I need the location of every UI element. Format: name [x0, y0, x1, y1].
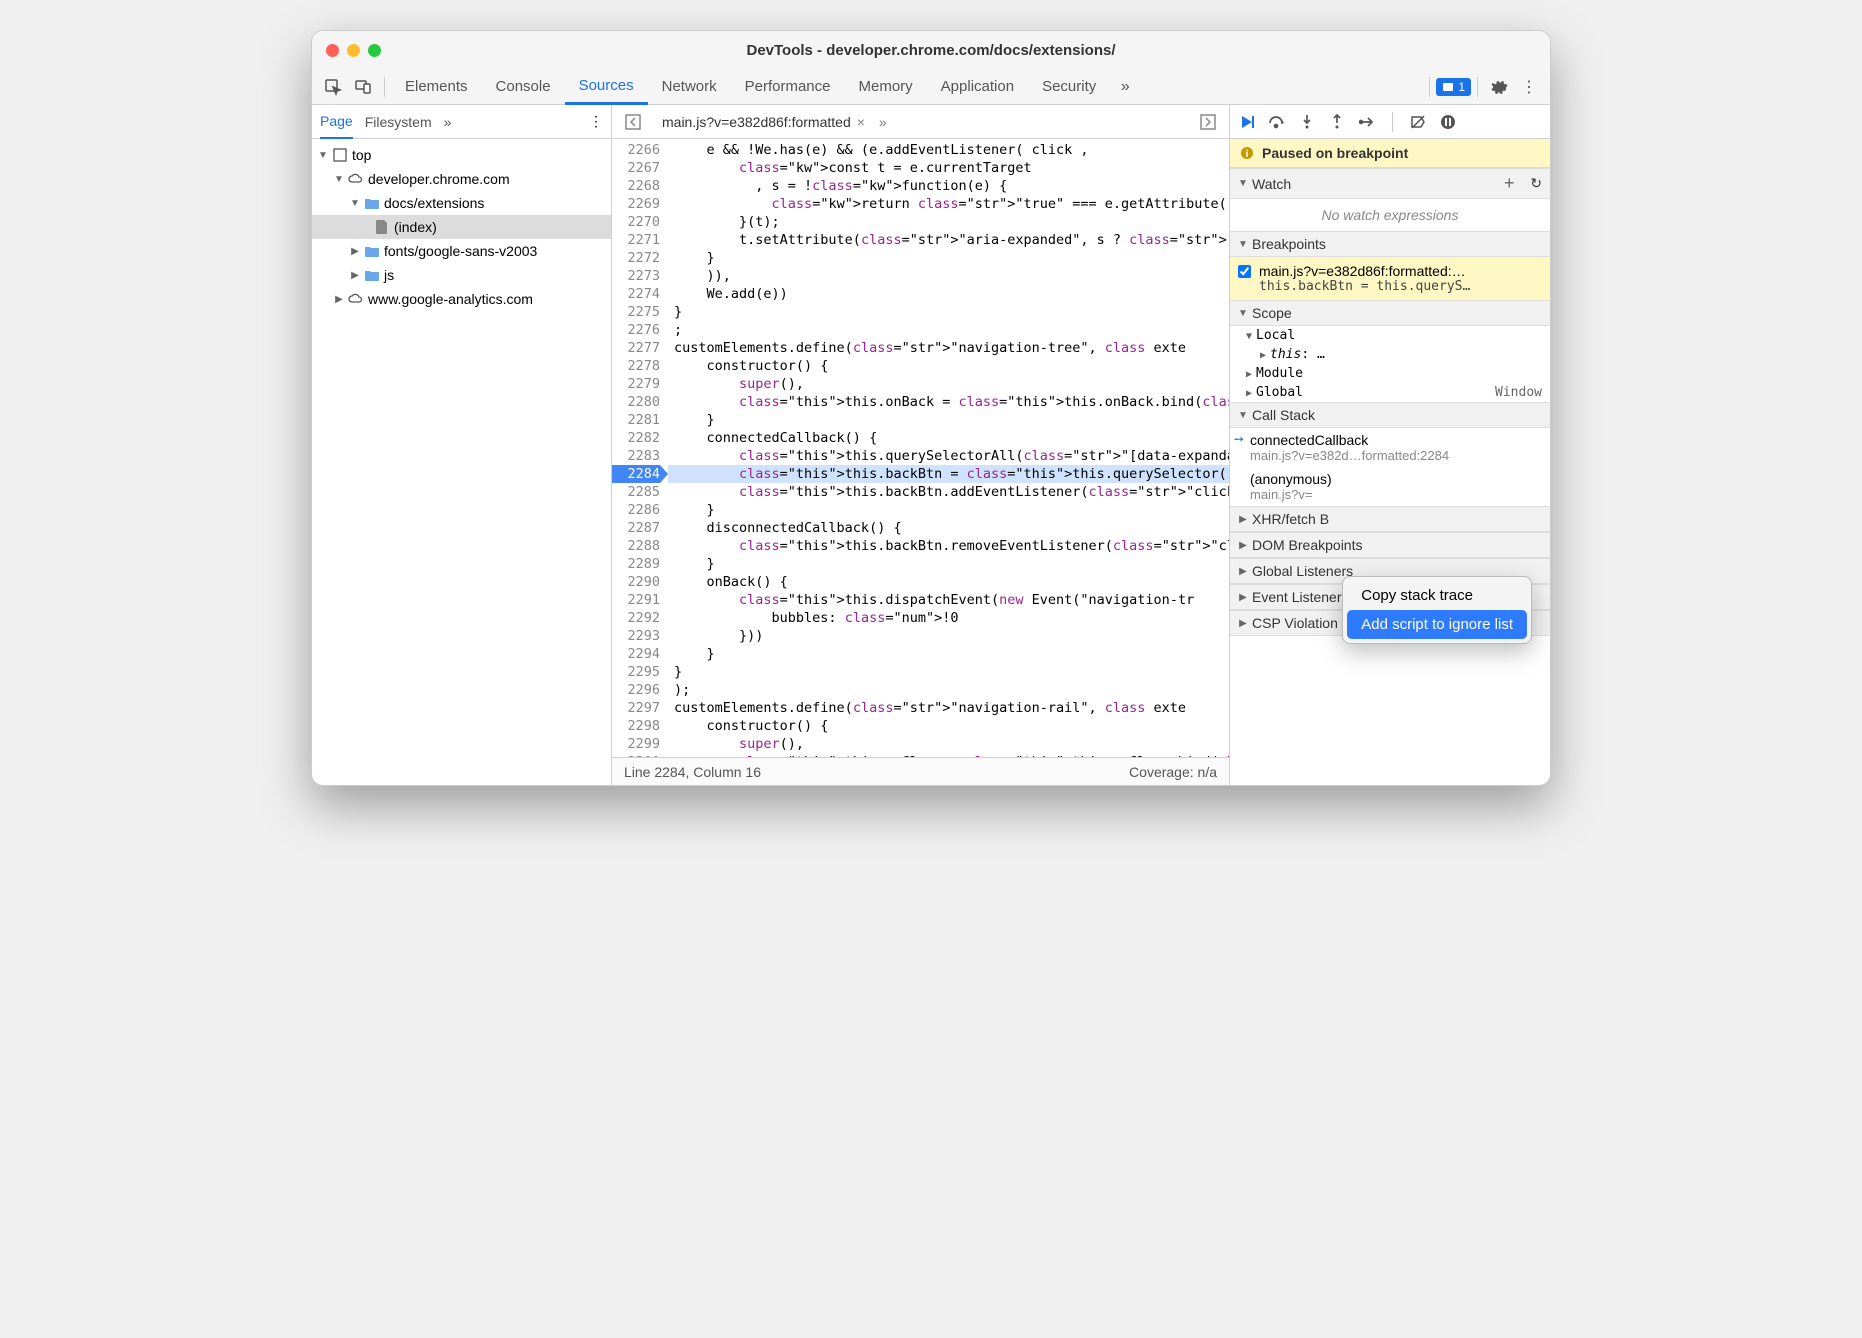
- line-gutter: 2266226722682269227022712272227322742275…: [612, 139, 668, 757]
- step-icon[interactable]: [1356, 111, 1378, 133]
- cursor-position: Line 2284, Column 16: [624, 764, 761, 780]
- coverage-status: Coverage: n/a: [1129, 764, 1217, 780]
- scope-local[interactable]: ▼Local: [1230, 326, 1550, 345]
- breakpoint-label: main.js?v=e382d86f:formatted:…: [1259, 263, 1542, 279]
- step-over-icon[interactable]: [1266, 111, 1288, 133]
- section-xhr[interactable]: ▶XHR/fetch B: [1230, 506, 1550, 532]
- tab-security[interactable]: Security: [1028, 69, 1110, 105]
- settings-icon[interactable]: [1484, 72, 1514, 102]
- more-tabs-icon[interactable]: »: [1110, 72, 1140, 102]
- tree-file-index[interactable]: (index): [312, 215, 611, 239]
- navigator-panel: Page Filesystem » ⋮ ▼top ▼developer.chro…: [312, 105, 612, 785]
- resume-icon[interactable]: [1236, 111, 1258, 133]
- editor-statusbar: Line 2284, Column 16 Coverage: n/a: [612, 757, 1229, 785]
- breakpoint-source: this.backBtn = this.queryS…: [1259, 279, 1542, 294]
- code-area[interactable]: e && !We.has(e) && (e.addEventListener( …: [668, 139, 1229, 757]
- close-tab-icon[interactable]: ×: [857, 114, 865, 130]
- debugger-panel: i Paused on breakpoint ▼Watch+ ↻ No watc…: [1230, 105, 1550, 785]
- info-icon: i: [1240, 146, 1254, 160]
- frame-icon: [332, 147, 348, 163]
- editor-tabbar: main.js?v=e382d86f:formatted × »: [612, 105, 1229, 139]
- more-tabs-icon[interactable]: »: [879, 114, 887, 130]
- devtools-window: DevTools - developer.chrome.com/docs/ext…: [311, 30, 1551, 786]
- file-tree: ▼top ▼developer.chrome.com ▼docs/extensi…: [312, 139, 611, 785]
- kebab-menu-icon[interactable]: ⋮: [1514, 72, 1544, 102]
- code-editor[interactable]: 2266226722682269227022712272227322742275…: [612, 139, 1229, 757]
- navigator-tab-filesystem[interactable]: Filesystem: [365, 105, 432, 139]
- breakpoint-checkbox[interactable]: [1238, 265, 1251, 278]
- tab-elements[interactable]: Elements: [391, 69, 482, 105]
- editor-panel: main.js?v=e382d86f:formatted × » 2266226…: [612, 105, 1230, 785]
- folder-icon: [364, 243, 380, 259]
- tab-application[interactable]: Application: [927, 69, 1028, 105]
- window-title: DevTools - developer.chrome.com/docs/ext…: [312, 42, 1550, 59]
- scope-module[interactable]: ▶Module: [1230, 364, 1550, 383]
- cloud-icon: [348, 171, 364, 187]
- folder-icon: [364, 195, 380, 211]
- tab-memory[interactable]: Memory: [845, 69, 927, 105]
- tab-sources[interactable]: Sources: [565, 69, 648, 105]
- tree-analytics[interactable]: ▶www.google-analytics.com: [312, 287, 611, 311]
- watch-empty-text: No watch expressions: [1230, 199, 1550, 231]
- navigator-kebab-icon[interactable]: ⋮: [589, 113, 603, 130]
- navigator-tab-page[interactable]: Page: [320, 105, 353, 139]
- folder-icon: [364, 267, 380, 283]
- cloud-icon: [348, 291, 364, 307]
- tab-performance[interactable]: Performance: [731, 69, 845, 105]
- pause-banner: i Paused on breakpoint: [1230, 139, 1550, 168]
- section-scope[interactable]: ▼Scope: [1230, 300, 1550, 326]
- pause-exceptions-icon[interactable]: [1437, 111, 1459, 133]
- tab-network[interactable]: Network: [648, 69, 731, 105]
- inspect-element-icon[interactable]: [318, 72, 348, 102]
- svg-text:i: i: [1246, 149, 1249, 160]
- add-watch-icon[interactable]: +: [1504, 173, 1515, 194]
- nav-back-icon[interactable]: [618, 107, 648, 137]
- section-callstack[interactable]: ▼Call Stack: [1230, 402, 1550, 428]
- section-breakpoints[interactable]: ▼Breakpoints: [1230, 231, 1550, 257]
- ctx-add-ignore-list[interactable]: Add script to ignore list: [1347, 610, 1527, 639]
- tree-folder-docs[interactable]: ▼docs/extensions: [312, 191, 611, 215]
- tree-folder-fonts[interactable]: ▶fonts/google-sans-v2003: [312, 239, 611, 263]
- callframe-0[interactable]: connectedCallback main.js?v=e382d…format…: [1230, 428, 1550, 467]
- debugger-toolbar: [1230, 105, 1550, 139]
- section-watch[interactable]: ▼Watch+ ↻: [1230, 168, 1550, 199]
- nav-forward-icon[interactable]: [1193, 107, 1223, 137]
- document-icon: [374, 219, 390, 235]
- scope-this[interactable]: ▶this: …: [1230, 345, 1550, 364]
- tab-console[interactable]: Console: [482, 69, 565, 105]
- device-toggle-icon[interactable]: [348, 72, 378, 102]
- section-dom-bp[interactable]: ▶DOM Breakpoints: [1230, 532, 1550, 558]
- callframe-1[interactable]: (anonymous) main.js?v=: [1230, 467, 1550, 506]
- step-into-icon[interactable]: [1296, 111, 1318, 133]
- ctx-copy-stack-trace[interactable]: Copy stack trace: [1347, 581, 1527, 610]
- issues-badge[interactable]: 1: [1436, 78, 1471, 96]
- step-out-icon[interactable]: [1326, 111, 1348, 133]
- tree-folder-js[interactable]: ▶js: [312, 263, 611, 287]
- refresh-watch-icon[interactable]: ↻: [1530, 175, 1542, 192]
- navigator-more-icon[interactable]: »: [444, 105, 452, 139]
- tree-top[interactable]: ▼top: [312, 143, 611, 167]
- context-menu: Copy stack trace Add script to ignore li…: [1342, 576, 1532, 644]
- deactivate-breakpoints-icon[interactable]: [1407, 111, 1429, 133]
- editor-tab-label: main.js?v=e382d86f:formatted: [662, 114, 851, 130]
- editor-tab[interactable]: main.js?v=e382d86f:formatted ×: [656, 105, 871, 139]
- main-toolbar: Elements Console Sources Network Perform…: [312, 69, 1550, 105]
- titlebar: DevTools - developer.chrome.com/docs/ext…: [312, 31, 1550, 69]
- issues-count: 1: [1458, 80, 1465, 94]
- scope-global[interactable]: ▶GlobalWindow: [1230, 383, 1550, 402]
- breakpoint-item[interactable]: main.js?v=e382d86f:formatted:… this.back…: [1230, 257, 1550, 300]
- tree-domain[interactable]: ▼developer.chrome.com: [312, 167, 611, 191]
